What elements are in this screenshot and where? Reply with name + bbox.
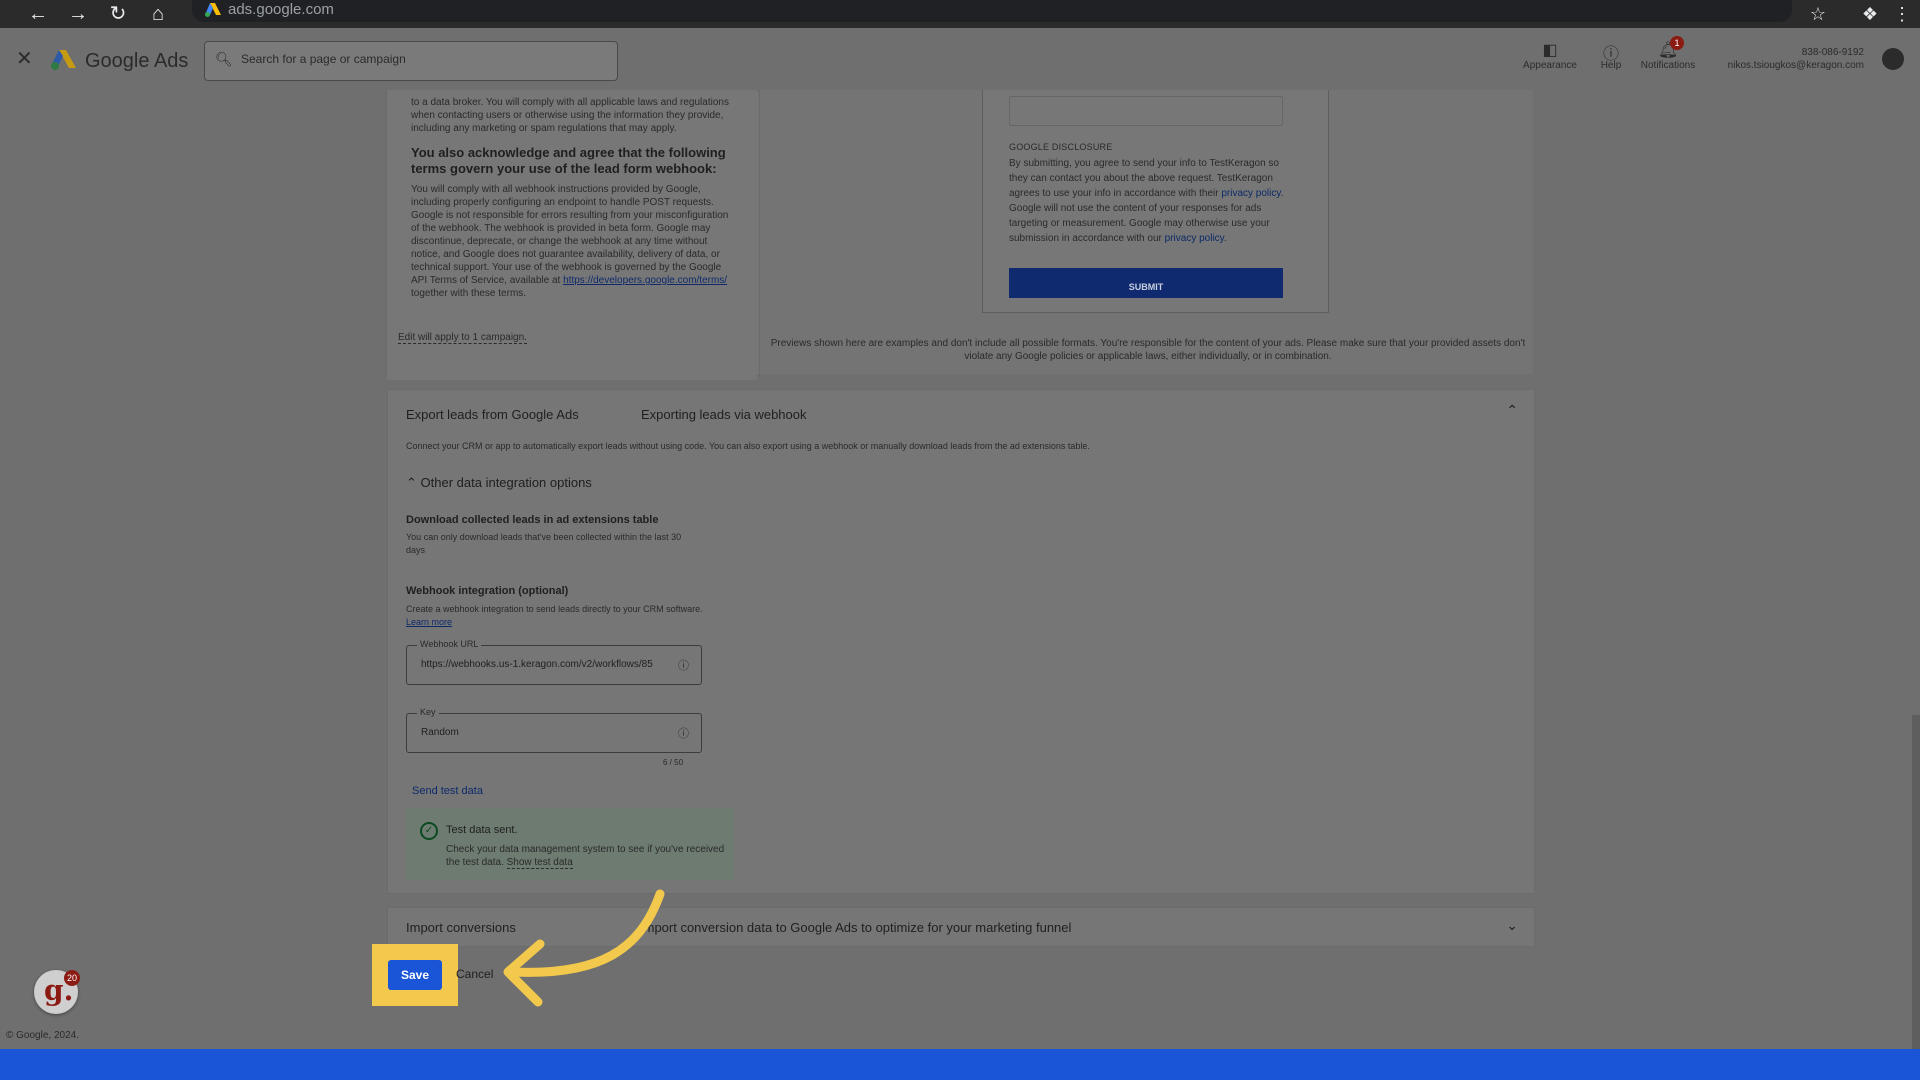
chevron-up-small-icon: ⌃ — [406, 475, 417, 490]
disclosure-text-c: . — [1223, 233, 1227, 244]
terms-paragraph-1: to a data broker. You will comply with a… — [411, 97, 729, 134]
phone-preview: GOOGLE DISCLOSURE By submitting, you agr… — [982, 90, 1329, 313]
extension-badge-count: 20 — [64, 970, 80, 986]
api-terms-link[interactable]: https://developers.google.com/terms/ — [563, 275, 727, 286]
privacy-policy-link[interactable]: privacy policy — [1221, 188, 1280, 199]
account-info[interactable]: 838-086-9192 nikos.tsiougkos@keragon.com — [1728, 46, 1864, 72]
appearance-button[interactable]: ◧ Appearance — [1522, 40, 1578, 71]
url-text: ads.google.com — [228, 1, 334, 18]
google-ads-logo-icon — [51, 50, 76, 70]
edit-apply-note[interactable]: Edit will apply to 1 campaign. — [398, 332, 527, 344]
bell-icon: 🔔︎ — [1657, 42, 1679, 59]
help-icon: ⓘ — [1602, 46, 1619, 63]
import-conversions-subtitle: Import conversion data to Google Ads to … — [640, 920, 1072, 935]
export-leads-title: Export leads from Google Ads — [406, 407, 579, 422]
brand-name: Google Ads — [85, 50, 189, 72]
webhook-url-field[interactable]: Webhook URL ⓘ — [406, 639, 702, 685]
show-test-data-link[interactable]: Show test data — [506, 857, 573, 869]
address-bar[interactable]: ads.google.com — [192, 0, 1792, 22]
key-label: Key — [417, 707, 439, 717]
notifications-button[interactable]: 🔔︎ 1 Notifications — [1636, 36, 1700, 71]
webhook-description: Create a webhook integration to send lea… — [406, 603, 706, 629]
google-ads-favicon-icon — [205, 3, 221, 17]
download-heading: Download collected leads in ad extension… — [406, 514, 659, 526]
back-icon[interactable]: ← — [26, 2, 50, 26]
success-title: Test data sent. — [446, 824, 518, 836]
preview-disclaimer: Previews shown here are examples and don… — [770, 338, 1526, 362]
help-label: Help — [1600, 60, 1622, 71]
more-vert-icon[interactable]: ⋮ — [1890, 2, 1914, 26]
test-data-success-banner: ✓ Test data sent. Check your data manage… — [406, 808, 734, 880]
home-icon[interactable]: ⌂ — [146, 2, 170, 26]
notifications-badge: 1 — [1670, 36, 1684, 50]
extension-badge[interactable]: g. 20 — [34, 970, 80, 1014]
search-box[interactable]: 🔍︎ — [204, 41, 618, 81]
learn-more-link[interactable]: Learn more — [406, 617, 452, 627]
success-body: Check your data management system to see… — [446, 843, 726, 869]
extensions-icon[interactable]: ❖ — [1858, 2, 1882, 26]
send-test-data-button[interactable]: Send test data — [412, 785, 483, 797]
export-leads-subtitle: Exporting leads via webhook — [641, 407, 807, 422]
preview-form-field — [1009, 96, 1283, 126]
terms-bold-heading: You also acknowledge and agree that the … — [411, 145, 726, 176]
check-circle-icon: ✓ — [420, 822, 438, 840]
disclosure-title: GOOGLE DISCLOSURE — [1009, 142, 1113, 152]
terms-paragraph-2-text: You will comply with all webhook instruc… — [411, 184, 729, 286]
key-input[interactable] — [419, 726, 678, 739]
other-options-toggle[interactable]: ⌃ Other data integration options — [406, 475, 592, 491]
scrollbar[interactable] — [1912, 715, 1920, 1049]
cancel-button[interactable]: Cancel — [456, 967, 493, 981]
export-leads-card: Export leads from Google Ads Exporting l… — [387, 389, 1535, 894]
help-button[interactable]: ⓘ Help — [1596, 40, 1626, 71]
account-id: 838-086-9192 — [1801, 47, 1864, 58]
webhook-heading: Webhook integration (optional) — [406, 585, 569, 597]
app-header: ✕ Google Ads 🔍︎ ◧ Appearance ⓘ Help 🔔︎ 1… — [0, 28, 1920, 90]
chevron-down-icon[interactable]: ⌄ — [1506, 917, 1518, 934]
terms-paragraph-2: You will comply with all webhook instruc… — [411, 183, 731, 300]
browser-toolbar: ← → ↻ ⌂ ads.google.com ☆ ❖ ⋮ — [0, 0, 1920, 28]
webhook-description-text: Create a webhook integration to send lea… — [406, 604, 703, 614]
other-options-label: Other data integration options — [420, 475, 592, 490]
terms-paragraph-2-tail: together with these terms. — [411, 288, 527, 299]
avatar[interactable] — [1882, 48, 1904, 70]
pointer-arrow-icon — [503, 889, 665, 1007]
appearance-label: Appearance — [1523, 60, 1577, 71]
disclosure-text: By submitting, you agree to send your in… — [1009, 156, 1284, 246]
help-circle-icon[interactable]: ⓘ — [678, 725, 689, 741]
download-description: You can only download leads that've been… — [406, 532, 682, 555]
webhook-url-input[interactable] — [419, 658, 678, 671]
chevron-up-icon[interactable]: ⌃ — [1506, 402, 1518, 419]
help-circle-icon[interactable]: ⓘ — [678, 657, 689, 673]
key-char-counter: 6 / 50 — [663, 758, 684, 767]
copyright: © Google, 2024. — [6, 1030, 79, 1041]
notifications-label: Notifications — [1640, 60, 1696, 71]
reload-icon[interactable]: ↻ — [106, 2, 130, 26]
forward-icon[interactable]: → — [66, 2, 90, 26]
search-input[interactable] — [239, 51, 603, 67]
appearance-icon: ◧ — [1542, 42, 1558, 59]
webhook-url-label: Webhook URL — [417, 639, 482, 649]
export-leads-description: Connect your CRM or app to automatically… — [406, 441, 1090, 451]
success-body-text: Check your data management system to see… — [446, 844, 725, 868]
key-field[interactable]: Key ⓘ — [406, 707, 702, 753]
star-icon[interactable]: ☆ — [1806, 2, 1830, 26]
privacy-policy-link-2[interactable]: privacy policy — [1165, 233, 1224, 244]
bottom-bar — [0, 1049, 1920, 1080]
close-icon[interactable]: ✕ — [16, 46, 33, 71]
search-icon: 🔍︎ — [215, 51, 233, 67]
preview-submit-button: SUBMIT — [1009, 268, 1283, 298]
save-button[interactable]: Save — [388, 960, 442, 990]
account-email: nikos.tsiougkos@keragon.com — [1727, 60, 1864, 71]
